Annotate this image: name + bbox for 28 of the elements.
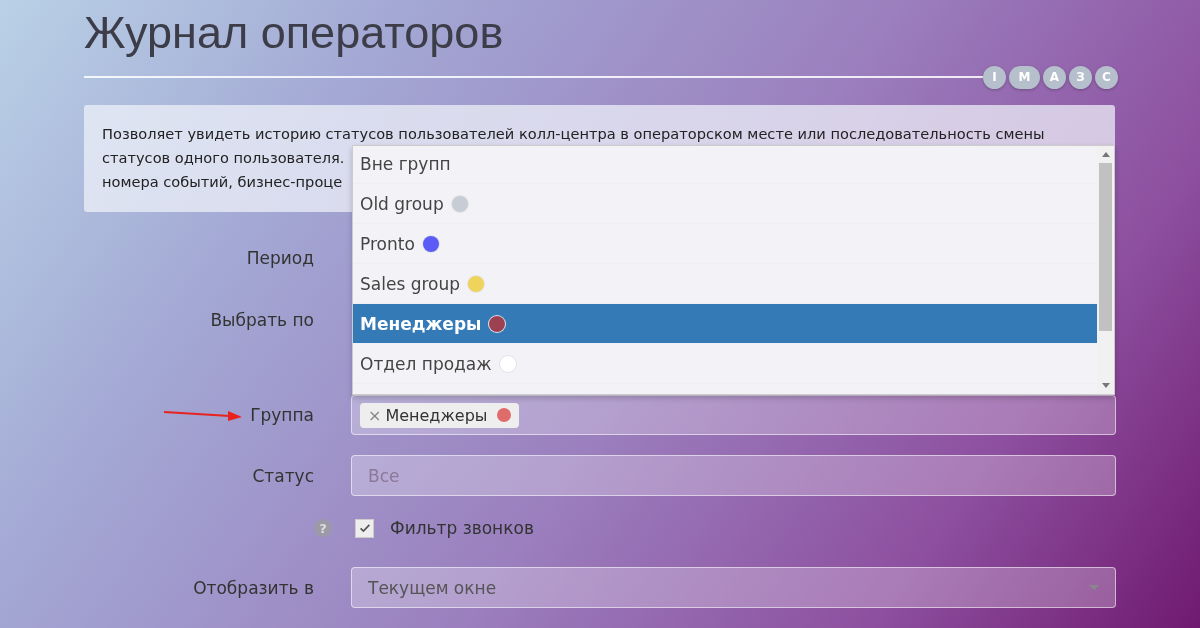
dropdown-option[interactable]: Отдел продаж bbox=[353, 344, 1097, 384]
description-text: статусов одного пользователя. bbox=[102, 148, 345, 168]
field-label: Группа bbox=[250, 405, 314, 425]
description-text: Позволяет увидеть историю статусов пользователей колл-центра в операторском месте или последовательность смены bbox=[102, 124, 1045, 144]
description-text: номера событий, бизнес-проце bbox=[102, 172, 343, 192]
dropdown-option[interactable]: Менеджеры bbox=[353, 304, 1097, 344]
page-title: Журнал операторов bbox=[84, 6, 505, 60]
caret-icon bbox=[1089, 585, 1099, 590]
select-value: Текущем окне bbox=[368, 577, 497, 598]
select-field[interactable]: Текущем окне bbox=[351, 567, 1116, 608]
scroll-up-icon[interactable] bbox=[1101, 152, 1110, 157]
field-label: Период bbox=[246, 248, 314, 268]
scrollbar[interactable] bbox=[1097, 146, 1114, 394]
tag-field[interactable]: × Менеджеры bbox=[351, 395, 1116, 435]
dropdown-option[interactable]: Вне групп bbox=[353, 146, 1097, 184]
remove-icon[interactable]: × bbox=[368, 405, 382, 425]
field-label: Выбрать по bbox=[210, 310, 314, 330]
checkbox-label: Фильтр звонков bbox=[390, 518, 534, 538]
dropdown-option[interactable]: Old group bbox=[353, 184, 1097, 224]
field-label: Статус bbox=[252, 465, 314, 486]
dropdown-option[interactable]: Pronto bbox=[353, 224, 1097, 264]
tag-label: Менеджеры bbox=[385, 405, 488, 425]
field-label: Отобразить в bbox=[193, 577, 314, 598]
checkbox[interactable] bbox=[355, 518, 374, 538]
arrow-icon bbox=[164, 409, 242, 421]
input-field[interactable]: Все bbox=[351, 455, 1116, 496]
scroll-down-icon[interactable] bbox=[1101, 383, 1110, 388]
selected-tag[interactable]: × Менеджеры bbox=[360, 402, 520, 428]
